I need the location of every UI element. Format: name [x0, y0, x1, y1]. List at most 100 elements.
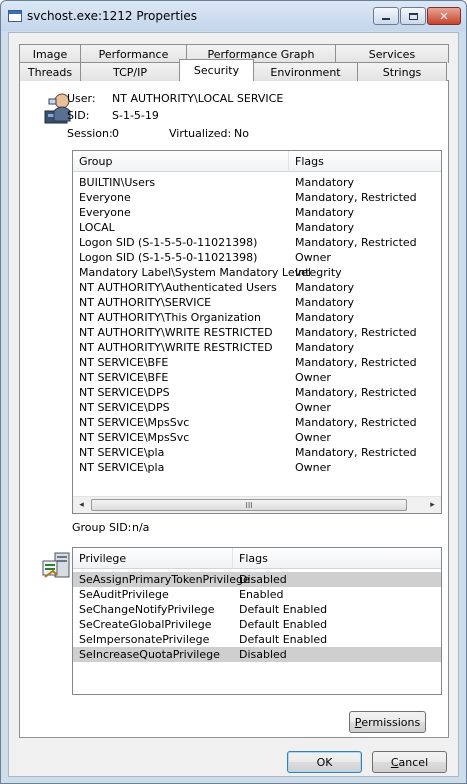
list-item[interactable]: SeCreateGlobalPrivilege Default Enabled — [73, 617, 441, 632]
privilege-name-cell: SeAuditPrivilege — [79, 588, 169, 601]
group-name-cell: NT SERVICE\MpsSvc — [79, 431, 190, 444]
permissions-label-post: ermissions — [361, 715, 421, 729]
permissions-button[interactable]: Permissions — [349, 711, 426, 733]
group-name-cell: NT SERVICE\pla — [79, 461, 165, 474]
table-row[interactable]: NT SERVICE\BFE Mandatory, Restricted — [73, 355, 441, 370]
scroll-thumb[interactable]: III — [91, 499, 407, 511]
minimize-button[interactable] — [373, 7, 399, 25]
title-bar[interactable]: svchost.exe:1212 Properties ✕ — [1, 1, 466, 31]
tab-services[interactable]: Services — [335, 44, 449, 63]
table-row[interactable]: NT AUTHORITY\SERVICE Mandatory — [73, 295, 441, 310]
table-row[interactable]: Everyone Mandatory, Restricted — [73, 190, 441, 205]
tab-strings[interactable]: Strings — [357, 62, 447, 81]
group-flags-cell: Mandatory, Restricted — [295, 416, 417, 429]
tab-environment[interactable]: Environment — [253, 62, 358, 81]
privilege-flags-cell: Enabled — [239, 588, 284, 601]
sid-value: S-1-5-19 — [112, 109, 159, 122]
scroll-left-arrow-icon[interactable]: ◂ — [73, 497, 90, 513]
tab-threads[interactable]: Threads — [19, 62, 81, 81]
table-row[interactable]: NT SERVICE\MpsSvc Mandatory, Restricted — [73, 415, 441, 430]
close-button[interactable]: ✕ — [427, 7, 461, 25]
ok-button[interactable]: OK — [287, 751, 362, 773]
group-flags-cell: Mandatory — [295, 341, 355, 354]
group-name-cell: NT SERVICE\MpsSvc — [79, 416, 190, 429]
group-flags-cell: Mandatory, Restricted — [295, 326, 417, 339]
group-name-cell: Everyone — [79, 206, 131, 219]
privilege-name-cell: SeCreateGlobalPrivilege — [79, 618, 212, 631]
group-flags-cell: Mandatory, Restricted — [295, 236, 417, 249]
virtualized-value: No — [234, 127, 249, 140]
privileges-listview[interactable]: Privilege Flags SeAssignPrimaryTokenPriv… — [72, 547, 442, 695]
list-item[interactable]: SeChangeNotifyPrivilege Default Enabled — [73, 602, 441, 617]
groups-listview[interactable]: Group Flags BUILTIN\Users Mandatory Everyo… — [72, 150, 442, 514]
group-name-cell: NT AUTHORITY\Authenticated Users — [79, 281, 277, 294]
group-flags-cell: Owner — [295, 401, 331, 414]
dialog-client-area: Image Performance Performance Graph Serv… — [8, 32, 459, 777]
tab-performance[interactable]: Performance — [80, 44, 187, 63]
group-column-header[interactable]: Group — [73, 151, 289, 172]
tab-security[interactable]: Security — [179, 59, 254, 81]
security-tab-panel: User: NT AUTHORITY\LOCAL SERVICE SID: S-… — [19, 80, 449, 738]
group-name-cell: NT SERVICE\pla — [79, 446, 165, 459]
session-value: 0 — [112, 127, 119, 140]
table-row[interactable]: Everyone Mandatory — [73, 205, 441, 220]
scroll-right-arrow-icon[interactable]: ▸ — [424, 497, 441, 513]
group-flags-cell: Mandatory — [295, 176, 355, 189]
group-name-cell: Everyone — [79, 191, 131, 204]
table-row[interactable]: NT SERVICE\DPS Owner — [73, 400, 441, 415]
group-name-cell: NT SERVICE\BFE — [79, 371, 169, 384]
tab-tcpip[interactable]: TCP/IP — [80, 62, 180, 81]
table-row[interactable]: NT AUTHORITY\This Organization Mandatory — [73, 310, 441, 325]
sid-label: SID: — [67, 109, 90, 122]
group-name-cell: BUILTIN\Users — [79, 176, 156, 189]
group-flags-cell: Mandatory, Restricted — [295, 446, 417, 459]
table-row[interactable]: NT AUTHORITY\WRITE RESTRICTED Mandatory — [73, 340, 441, 355]
group-name-cell: NT SERVICE\DPS — [79, 401, 170, 414]
privilege-name-cell: SeImpersonatePrivilege — [79, 633, 210, 646]
cancel-button[interactable]: Cancel — [372, 751, 447, 773]
table-row[interactable]: NT AUTHORITY\WRITE RESTRICTED Mandatory, … — [73, 325, 441, 340]
group-name-cell: Mandatory Label\System Mandatory Level — [79, 266, 311, 279]
table-row[interactable]: NT AUTHORITY\Authenticated Users Mandator… — [73, 280, 441, 295]
privilege-flags-column-header[interactable]: Flags — [233, 548, 441, 569]
group-flags-cell: Owner — [295, 251, 331, 264]
privilege-flags-cell: Default Enabled — [239, 618, 328, 631]
list-item[interactable]: SeIncreaseQuotaPrivilege Disabled — [73, 647, 441, 662]
table-row[interactable]: NT SERVICE\BFE Owner — [73, 370, 441, 385]
flags-column-header[interactable]: Flags — [289, 151, 441, 172]
group-name-cell: LOCAL — [79, 221, 115, 234]
privilege-column-header[interactable]: Privilege — [73, 548, 233, 569]
table-row[interactable]: NT SERVICE\pla Mandatory, Restricted — [73, 445, 441, 460]
groups-horizontal-scrollbar[interactable]: ◂ III ▸ — [73, 496, 441, 513]
group-flags-cell: Owner — [295, 371, 331, 384]
permissions-accelerator: P — [354, 715, 362, 729]
group-name-cell: NT AUTHORITY\WRITE RESTRICTED — [79, 341, 273, 354]
group-flags-cell: Mandatory, Restricted — [295, 386, 417, 399]
minimize-icon — [382, 18, 390, 20]
group-flags-cell: Mandatory, Restricted — [295, 356, 417, 369]
list-item[interactable]: SeAssignPrimaryTokenPrivilege Disabled — [73, 572, 441, 587]
list-item[interactable]: SeImpersonatePrivilege Default Enabled — [73, 632, 441, 647]
table-row[interactable]: NT SERVICE\pla Owner — [73, 460, 441, 475]
close-icon: ✕ — [439, 9, 449, 23]
table-row[interactable]: Logon SID (S-1-5-5-0-11021398) Owner — [73, 250, 441, 265]
properties-window: svchost.exe:1212 Properties ✕ Image Perf… — [0, 0, 467, 784]
table-row[interactable]: Logon SID (S-1-5-5-0-11021398) Mandatory,… — [73, 235, 441, 250]
group-name-cell: NT AUTHORITY\WRITE RESTRICTED — [79, 326, 273, 339]
list-item[interactable]: SeAuditPrivilege Enabled — [73, 587, 441, 602]
cancel-label-post: ancel — [398, 755, 429, 769]
table-row[interactable]: Mandatory Label\System Mandatory Level In… — [73, 265, 441, 280]
table-row[interactable]: LOCAL Mandatory — [73, 220, 441, 235]
window-title: svchost.exe:1212 Properties — [27, 9, 197, 23]
group-name-cell: Logon SID (S-1-5-5-0-11021398) — [79, 251, 258, 264]
tab-image[interactable]: Image — [19, 44, 81, 63]
user-label: User: — [67, 92, 96, 105]
cancel-accelerator: C — [390, 755, 399, 769]
table-row[interactable]: NT SERVICE\MpsSvc Owner — [73, 430, 441, 445]
tab-row-2: Threads TCP/IP Security Environment Stri… — [19, 59, 447, 81]
group-flags-cell: Mandatory — [295, 221, 355, 234]
table-row[interactable]: NT SERVICE\DPS Mandatory, Restricted — [73, 385, 441, 400]
maximize-button[interactable] — [400, 7, 426, 25]
table-row[interactable]: BUILTIN\Users Mandatory — [73, 175, 441, 190]
group-name-cell: Logon SID (S-1-5-5-0-11021398) — [79, 236, 258, 249]
